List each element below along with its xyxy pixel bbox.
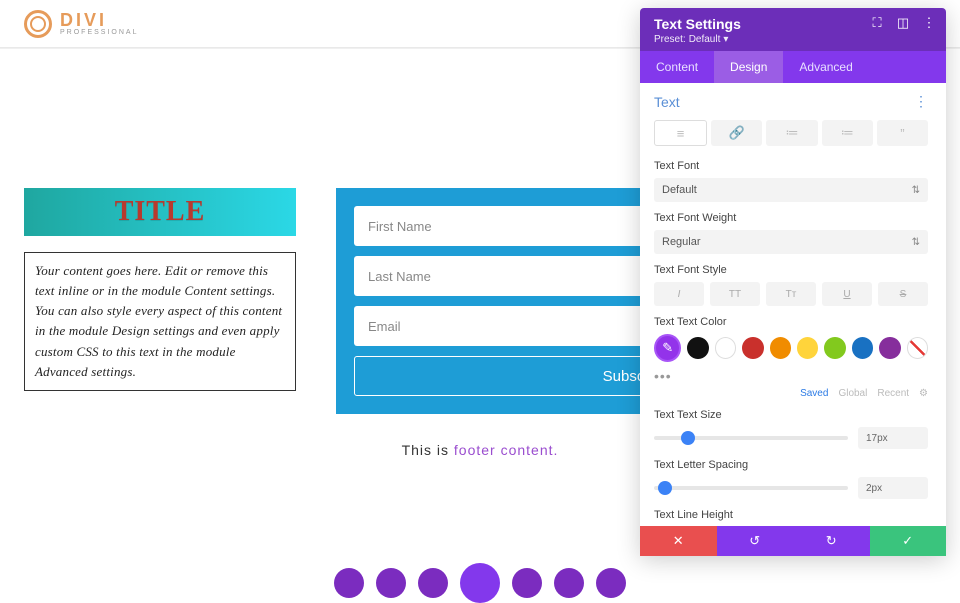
swatch-black[interactable] [687, 337, 708, 359]
builder-dot-2[interactable] [376, 568, 406, 598]
eyedropper-icon: ✎ [662, 340, 673, 356]
align-left-icon[interactable]: ≡ [654, 120, 707, 146]
swatch-orange[interactable] [770, 337, 791, 359]
label-text-size: Text Text Size [654, 409, 928, 421]
tab-content[interactable]: Content [640, 51, 714, 83]
brand-logo-icon [24, 10, 52, 38]
builder-dot-3[interactable] [418, 568, 448, 598]
builder-dot-4[interactable] [512, 568, 542, 598]
style-underline[interactable]: U [822, 282, 872, 306]
panel-header[interactable]: Text Settings Preset: Default ▾ ⛶ ◫ ⋮ [640, 8, 946, 51]
chevron-down-icon: ▾ [723, 34, 728, 45]
swatch-green[interactable] [824, 337, 845, 359]
section-more-icon[interactable]: ⋮ [914, 93, 928, 110]
panel-body: Text ⋮ ≡ 🔗 ≔ ≔ ” Text Font Default ⇅ Tex… [640, 83, 946, 526]
title-module[interactable]: TITLE [24, 188, 296, 236]
builder-toolbar [24, 568, 936, 603]
slider-thumb[interactable] [658, 481, 672, 495]
chevron-updown-icon: ⇅ [912, 237, 920, 248]
swatch-more[interactable]: ••• [654, 368, 928, 384]
label-letter-spacing: Text Letter Spacing [654, 459, 928, 471]
builder-dot-6[interactable] [596, 568, 626, 598]
cancel-button[interactable]: ✕ [640, 526, 717, 556]
panel-footer: ✕ ↺ ↻ ✓ [640, 526, 946, 556]
text-orientation: ≡ 🔗 ≔ ≔ ” [654, 120, 928, 146]
undo-button[interactable]: ↺ [717, 526, 794, 556]
brand-tagline: PROFESSIONAL [60, 29, 138, 36]
section-title[interactable]: Text [654, 94, 680, 110]
style-uppercase[interactable]: TT [710, 282, 760, 306]
title-text: TITLE [115, 196, 206, 228]
color-swatches: ✎ [654, 334, 928, 362]
gear-icon[interactable]: ⚙ [919, 388, 928, 399]
color-tabs: Saved Global Recent ⚙ [654, 388, 928, 399]
columns-icon[interactable]: ◫ [896, 16, 910, 30]
swatch-selected[interactable]: ✎ [654, 334, 681, 362]
body-text: Your content goes here. Edit or remove t… [35, 263, 282, 379]
panel-scroll[interactable]: Text ⋮ ≡ 🔗 ≔ ≔ ” Text Font Default ⇅ Tex… [640, 83, 942, 526]
color-tab-recent[interactable]: Recent [877, 388, 909, 399]
chevron-updown-icon: ⇅ [912, 185, 920, 196]
more-icon[interactable]: ⋮ [922, 16, 936, 30]
tab-design[interactable]: Design [714, 51, 783, 83]
slider-text-size[interactable] [654, 436, 848, 440]
footer-link[interactable]: footer content. [454, 442, 559, 458]
select-font-weight[interactable]: Regular ⇅ [654, 230, 928, 254]
builder-dot-1[interactable] [334, 568, 364, 598]
panel-preset[interactable]: Preset: Default ▾ [654, 34, 932, 45]
brand-name: DIVI [60, 11, 138, 29]
color-tab-saved[interactable]: Saved [800, 388, 828, 399]
swatch-red[interactable] [742, 337, 763, 359]
text-size-value[interactable]: 17px [858, 427, 928, 449]
tab-advanced[interactable]: Advanced [783, 51, 868, 83]
ol-icon[interactable]: ≔ [822, 120, 873, 146]
expand-icon[interactable]: ⛶ [870, 16, 884, 30]
label-line-height: Text Line Height [654, 509, 928, 521]
swatch-purple[interactable] [879, 337, 900, 359]
slider-letter-spacing[interactable] [654, 486, 848, 490]
style-smallcaps[interactable]: Tᴛ [766, 282, 816, 306]
slider-thumb[interactable] [681, 431, 695, 445]
label-text-font: Text Font [654, 160, 928, 172]
letter-spacing-value[interactable]: 2px [858, 477, 928, 499]
panel-tabs: Content Design Advanced [640, 51, 946, 83]
ul-icon[interactable]: ≔ [766, 120, 817, 146]
label-font-weight: Text Font Weight [654, 212, 928, 224]
save-button[interactable]: ✓ [870, 526, 947, 556]
settings-panel: Text Settings Preset: Default ▾ ⛶ ◫ ⋮ Co… [640, 8, 946, 556]
text-module[interactable]: Your content goes here. Edit or remove t… [24, 252, 296, 391]
quote-icon[interactable]: ” [877, 120, 928, 146]
style-italic[interactable]: I [654, 282, 704, 306]
label-font-style: Text Font Style [654, 264, 928, 276]
select-text-font[interactable]: Default ⇅ [654, 178, 928, 202]
label-text-color: Text Text Color [654, 316, 928, 328]
color-tab-global[interactable]: Global [838, 388, 867, 399]
footer-prefix: This is [402, 442, 454, 458]
swatch-blue[interactable] [852, 337, 873, 359]
swatch-none[interactable] [907, 337, 928, 359]
builder-dot-5[interactable] [554, 568, 584, 598]
redo-button[interactable]: ↻ [793, 526, 870, 556]
style-strike[interactable]: S [878, 282, 928, 306]
brand-logo: DIVI PROFESSIONAL [24, 10, 138, 38]
swatch-yellow[interactable] [797, 337, 818, 359]
swatch-white[interactable] [715, 337, 736, 359]
builder-dot-add[interactable] [460, 563, 500, 603]
link-icon[interactable]: 🔗 [711, 120, 762, 146]
font-style-row: I TT Tᴛ U S [654, 282, 928, 306]
